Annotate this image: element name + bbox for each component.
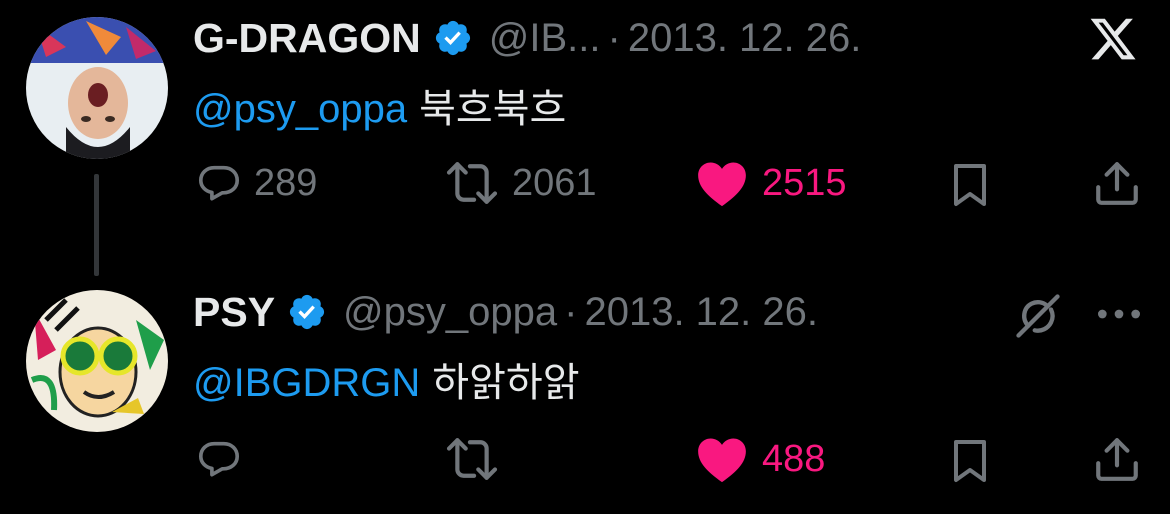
retweet-button[interactable]: 2061	[444, 158, 597, 208]
bookmark-button[interactable]	[948, 160, 992, 210]
bookmark-icon	[954, 164, 986, 206]
share-upload-icon	[1096, 162, 1138, 205]
retweet-button[interactable]	[444, 434, 512, 484]
share-button[interactable]	[1094, 434, 1140, 484]
tweet-body: 하앍하앍	[432, 361, 580, 405]
timestamp[interactable]: 2013. 12. 26.	[584, 290, 818, 335]
mention-link[interactable]: @IBGDRGN	[193, 361, 420, 405]
x-logo-icon[interactable]	[1086, 14, 1140, 64]
avatar-psy[interactable]	[26, 290, 168, 432]
handle[interactable]: @psy_oppa	[343, 290, 557, 335]
heart-icon	[698, 162, 746, 207]
more-dots-icon[interactable]	[1094, 304, 1144, 324]
thread-connector-line	[94, 174, 99, 276]
bookmark-icon	[954, 440, 986, 482]
separator-dot: ·	[564, 289, 578, 334]
display-name[interactable]: G-DRAGON	[193, 15, 421, 62]
retweet-arrows-icon	[446, 438, 498, 480]
like-button[interactable]: 2515	[694, 158, 847, 208]
separator-dot: ·	[607, 15, 621, 60]
heart-icon	[698, 438, 746, 483]
grok-slash-icon[interactable]	[1012, 290, 1064, 342]
reply-button[interactable]	[196, 434, 254, 484]
speech-bubble-icon	[198, 441, 240, 477]
tweet-header: G-DRAGON @IB... · 2013. 12. 26.	[193, 14, 861, 62]
mention-link[interactable]: @psy_oppa	[193, 87, 407, 131]
retweet-count: 2061	[512, 161, 597, 204]
handle[interactable]: @IB...	[489, 16, 601, 61]
tweet-text: @IBGDRGN 하앍하앍	[193, 350, 580, 408]
verified-badge-icon	[289, 294, 325, 330]
tweet-body: 북흐북흐	[419, 87, 567, 131]
like-button[interactable]: 488	[694, 434, 825, 484]
bookmark-button[interactable]	[948, 436, 992, 486]
display-name[interactable]: PSY	[193, 289, 275, 336]
tweet-text: @psy_oppa 북흐북흐	[193, 76, 566, 134]
tweet-header: PSY @psy_oppa · 2013. 12. 26.	[193, 288, 818, 336]
timestamp[interactable]: 2013. 12. 26.	[628, 16, 862, 61]
like-count: 2515	[762, 161, 847, 204]
like-count: 488	[762, 437, 826, 480]
retweet-arrows-icon	[446, 162, 498, 204]
share-upload-icon	[1096, 438, 1138, 481]
verified-badge-icon	[435, 20, 470, 56]
share-button[interactable]	[1094, 158, 1140, 208]
reply-count: 289	[254, 161, 318, 204]
avatar-g-dragon[interactable]	[26, 17, 168, 159]
reply-button[interactable]: 289	[196, 158, 317, 208]
speech-bubble-icon	[198, 165, 240, 201]
